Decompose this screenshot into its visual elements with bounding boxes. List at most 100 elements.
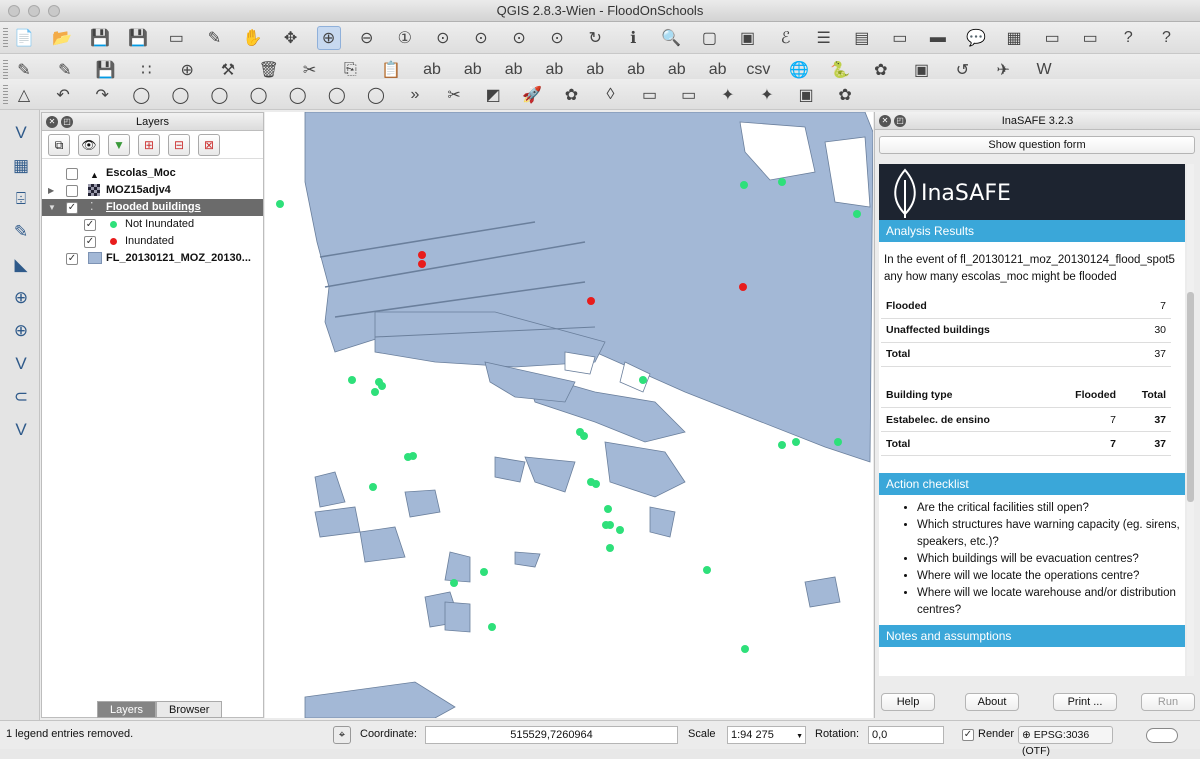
school-not-inundated[interactable] [778,178,786,186]
chevron-down-icon[interactable]: ▼ [796,729,803,745]
rotation-field[interactable]: 0,0 [868,726,944,744]
help-button[interactable]: Help [881,693,935,711]
school-not-inundated[interactable] [371,388,379,396]
school-not-inundated[interactable] [639,376,647,384]
school-not-inundated[interactable] [741,645,749,653]
render-checkbox[interactable]: ✓ [962,729,974,741]
school-not-inundated[interactable] [703,566,711,574]
toolbar-tool-icon[interactable]: ▤ [850,26,874,50]
toolbar-tool-icon[interactable]: ⊙ [545,26,569,50]
toolbar-tool-icon[interactable]: ✿ [559,83,583,107]
add-layer-icon[interactable]: ◣ [8,252,34,278]
tab-browser[interactable]: Browser [156,701,223,718]
toolbar-tool-icon[interactable]: ◯ [325,83,349,107]
save-icon[interactable]: 💾 [88,26,112,50]
school-not-inundated[interactable] [616,526,624,534]
expand-arrow-icon[interactable]: ▶ [48,182,54,199]
close-panel-icon[interactable]: ✕ [879,115,891,127]
toolbar-tool-icon[interactable]: ? [1154,26,1178,50]
print-composer-icon[interactable]: ▭ [164,26,188,50]
school-not-inundated[interactable] [606,544,614,552]
open-project-icon[interactable]: 📂 [50,26,74,50]
mouse-coordinate-toggle-icon[interactable]: ⌖ [333,726,351,744]
save-as-icon[interactable]: 💾 [126,26,150,50]
crs-button[interactable]: ⊕ EPSG:3036 (OTF) [1018,726,1113,757]
toolbar-tool-icon[interactable]: ✂ [442,83,466,107]
toolbar-tool-icon[interactable]: ⊙ [431,26,455,50]
about-button[interactable]: About [965,693,1019,711]
school-not-inundated[interactable] [488,623,496,631]
toolbar-tool-icon[interactable]: △ [12,83,36,107]
toolbar-tool-icon[interactable]: ◯ [286,83,310,107]
toolbar-tool-icon[interactable]: ℰ [774,26,798,50]
add-layer-icon[interactable]: ⊕ [8,285,34,311]
pan-to-selection-icon[interactable]: ✥ [279,26,303,50]
collapse-arrow-icon[interactable]: ▼ [48,199,56,216]
school-not-inundated[interactable] [740,181,748,189]
school-not-inundated[interactable] [778,441,786,449]
toolbar-tool-icon[interactable]: ▬ [926,26,950,50]
school-not-inundated[interactable] [378,382,386,390]
toolbar-tool-icon[interactable]: ▢ [697,26,721,50]
layer-escolas-moc[interactable]: ▲ Escolas_Moc [42,165,263,182]
scrollbar-thumb[interactable] [1187,292,1194,502]
school-not-inundated[interactable] [580,432,588,440]
layer-checkbox[interactable]: ✓ [66,253,78,265]
school-inundated[interactable] [739,283,747,291]
float-panel-icon[interactable]: ◰ [61,116,73,128]
print-button[interactable]: Print ... [1053,693,1117,711]
toolbar-tool-icon[interactable]: ▭ [1040,26,1064,50]
collapse-all-icon[interactable]: ⊟ [168,134,190,156]
school-not-inundated[interactable] [834,438,842,446]
school-not-inundated[interactable] [450,579,458,587]
toolbar-tool-icon[interactable]: ? [1116,26,1140,50]
show-question-form-button[interactable]: Show question form [879,136,1195,154]
toolbar-tool-icon[interactable]: ▭ [1078,26,1102,50]
toolbar-tool-icon[interactable]: ↶ [51,83,75,107]
toolbar-tool-icon[interactable]: ▣ [794,83,818,107]
legend-not-inundated[interactable]: ✓ Not Inundated [42,216,263,233]
open-layer-styling-icon[interactable]: ⧉ [48,134,70,156]
toolbar-tool-icon[interactable]: ↻ [583,26,607,50]
toolbar-tool-icon[interactable]: ▭ [888,26,912,50]
layer-moz15adjv4[interactable]: ▶ MOZ15adjv4 [42,182,263,199]
school-not-inundated[interactable] [276,200,284,208]
layer-checkbox[interactable]: ✓ [66,202,78,214]
filter-icon[interactable]: ▼ [108,134,130,156]
toolbar-tool-icon[interactable]: » [403,83,427,107]
toolbar-tool-icon[interactable]: ✿ [833,83,857,107]
tab-layers[interactable]: Layers [97,701,157,718]
analysis-report[interactable]: InaSAFE Analysis Results In the event of… [879,164,1185,676]
add-layer-icon[interactable]: V [8,351,34,377]
toolbar-tool-icon[interactable]: ↷ [90,83,114,107]
school-inundated[interactable] [418,251,426,259]
add-layer-icon[interactable]: ⊕ [8,318,34,344]
toolbar-tool-icon[interactable]: ▣ [736,26,760,50]
toolbar-tool-icon[interactable]: ☰ [812,26,836,50]
school-not-inundated[interactable] [480,568,488,576]
add-layer-icon[interactable]: ✎ [8,219,34,245]
legend-inundated[interactable]: ✓ Inundated [42,233,263,250]
school-not-inundated[interactable] [606,521,614,529]
zoom-out-icon[interactable]: ⊖ [355,26,379,50]
close-panel-icon[interactable]: ✕ [46,116,58,128]
toolbar-tool-icon[interactable]: ⊙ [469,26,493,50]
zoom-window-icon[interactable] [48,5,60,17]
toolbar-tool-icon[interactable]: ▭ [638,83,662,107]
scale-combobox[interactable]: 1:94 275 ▼ [727,726,806,744]
add-layer-icon[interactable]: V [8,417,34,443]
toolbar-tool-icon[interactable]: ⊙ [507,26,531,50]
school-not-inundated[interactable] [792,438,800,446]
layer-checkbox[interactable] [66,168,78,180]
new-project-icon[interactable]: 📄 [12,26,36,50]
toolbar-tool-icon[interactable]: ◯ [208,83,232,107]
school-not-inundated[interactable] [604,505,612,513]
toolbar-tool-icon[interactable]: ✦ [755,83,779,107]
expand-all-icon[interactable]: ⊞ [138,134,160,156]
toolbar-tool-icon[interactable]: ① [393,26,417,50]
map-canvas[interactable] [265,112,873,718]
toolbar-tool-icon[interactable]: ◯ [168,83,192,107]
map-svg[interactable] [265,112,873,718]
add-layer-icon[interactable]: ⊂ [8,384,34,410]
toolbar-tool-icon[interactable]: ◯ [129,83,153,107]
